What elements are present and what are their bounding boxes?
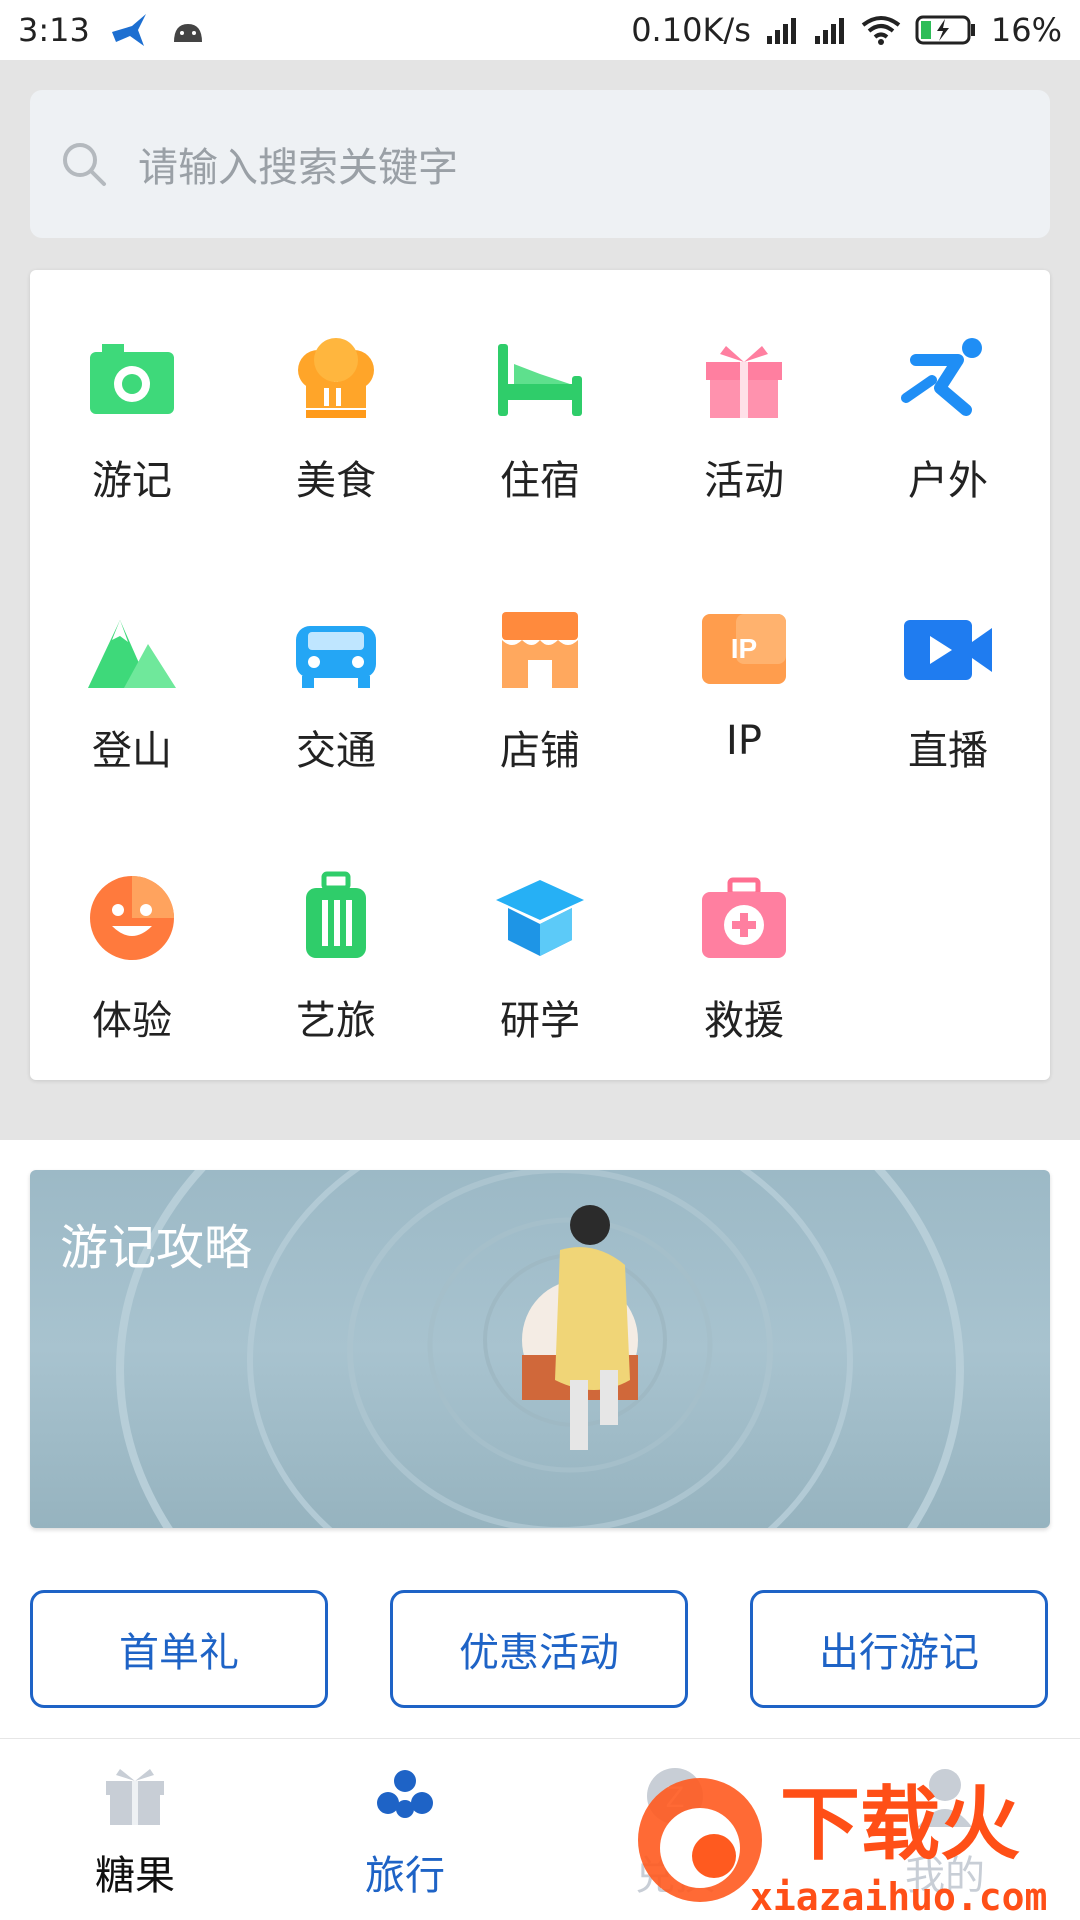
bird-app-icon xyxy=(110,12,150,48)
graduation-cap-icon xyxy=(492,870,588,966)
battery-percent: 16% xyxy=(990,11,1062,49)
category-label: 美食 xyxy=(296,458,376,504)
travel-notes-button[interactable]: 出行游记 xyxy=(750,1590,1048,1708)
smile-face-icon xyxy=(84,870,180,966)
search-input[interactable]: 请输入搜索关键字 xyxy=(30,90,1050,238)
category-label: 户外 xyxy=(908,458,988,504)
category-dianpu[interactable]: 店铺 xyxy=(438,560,642,774)
category-yilv[interactable]: 艺旅 xyxy=(234,830,438,1044)
category-huodong[interactable]: 活动 xyxy=(642,290,846,504)
runner-icon xyxy=(900,330,996,426)
category-zhusu[interactable]: 住宿 xyxy=(438,290,642,504)
nav-item-travel[interactable]: 旅行 xyxy=(270,1739,540,1920)
button-label: 出行游记 xyxy=(819,1630,979,1676)
category-label: 游记 xyxy=(92,458,172,504)
category-huwai[interactable]: 户外 xyxy=(846,290,1050,504)
watermark-url: xiazaihuo.com xyxy=(750,1875,1047,1919)
suitcase-icon xyxy=(288,870,384,966)
gift-box-icon xyxy=(100,1761,170,1831)
category-label: 研学 xyxy=(500,998,580,1044)
travel-guide-banner[interactable]: 游记攻略 xyxy=(30,1170,1050,1528)
category-jiuyuan[interactable]: 救援 xyxy=(642,830,846,1044)
search-icon xyxy=(60,140,108,188)
wifi-icon xyxy=(861,15,901,45)
banner-title: 游记攻略 xyxy=(60,1220,253,1276)
category-dengshan[interactable]: 登山 xyxy=(30,560,234,774)
category-label: 活动 xyxy=(704,458,784,504)
mountain-icon xyxy=(84,600,180,696)
nav-item-candy[interactable]: 糖果 xyxy=(0,1739,270,1920)
promotions-button[interactable]: 优惠活动 xyxy=(390,1590,688,1708)
category-yanxue[interactable]: 研学 xyxy=(438,830,642,1044)
category-jiaotong[interactable]: 交通 xyxy=(234,560,438,774)
signal-icon-2 xyxy=(813,16,847,44)
nav-label: 糖果 xyxy=(95,1853,175,1899)
category-label: 登山 xyxy=(92,728,172,774)
network-speed: 0.10K/s xyxy=(631,11,751,49)
category-label: 交通 xyxy=(296,728,376,774)
battery-icon xyxy=(915,15,977,45)
category-youji[interactable]: 游记 xyxy=(30,290,234,504)
video-camera-icon xyxy=(900,600,996,696)
shop-icon xyxy=(492,600,588,696)
category-label: 艺旅 xyxy=(296,998,376,1044)
ip-badge-icon: IP xyxy=(696,600,792,696)
button-label: 首单礼 xyxy=(119,1630,239,1676)
category-ip[interactable]: IP IP xyxy=(642,560,846,764)
nav-label: 旅行 xyxy=(365,1853,445,1899)
category-label: 救援 xyxy=(704,998,784,1044)
category-label: 体验 xyxy=(92,998,172,1044)
category-label: 住宿 xyxy=(500,458,580,504)
category-label: IP xyxy=(726,718,762,764)
first-order-gift-button[interactable]: 首单礼 xyxy=(30,1590,328,1708)
category-zhibo[interactable]: 直播 xyxy=(846,560,1050,774)
car-icon xyxy=(288,600,384,696)
first-aid-kit-icon xyxy=(696,870,792,966)
camera-icon xyxy=(84,330,180,426)
bed-icon xyxy=(492,330,588,426)
search-placeholder: 请输入搜索关键字 xyxy=(138,145,458,191)
travel-flower-icon xyxy=(370,1761,440,1831)
button-label: 优惠活动 xyxy=(459,1630,619,1676)
android-icon xyxy=(170,16,206,44)
status-time: 3:13 xyxy=(18,11,90,49)
category-tiyan[interactable]: 体验 xyxy=(30,830,234,1044)
watermark-brand: 下载火 xyxy=(780,1778,1020,1871)
category-panel: 游记 美食 住宿 活动 户外 登山 交通 店铺 IP IP 直播 体验 艺旅 研… xyxy=(30,270,1050,1080)
gift-icon xyxy=(696,330,792,426)
category-meishi[interactable]: 美食 xyxy=(234,290,438,504)
watermark-logo: 下载火 xiazaihuo.com xyxy=(638,1778,1047,1919)
category-label: 直播 xyxy=(908,728,988,774)
chef-hat-icon xyxy=(288,330,384,426)
status-bar: 3:13 0.10K/s 16% xyxy=(0,0,1080,60)
svg-text:IP: IP xyxy=(731,633,757,664)
signal-icon xyxy=(765,16,799,44)
category-label: 店铺 xyxy=(500,728,580,774)
